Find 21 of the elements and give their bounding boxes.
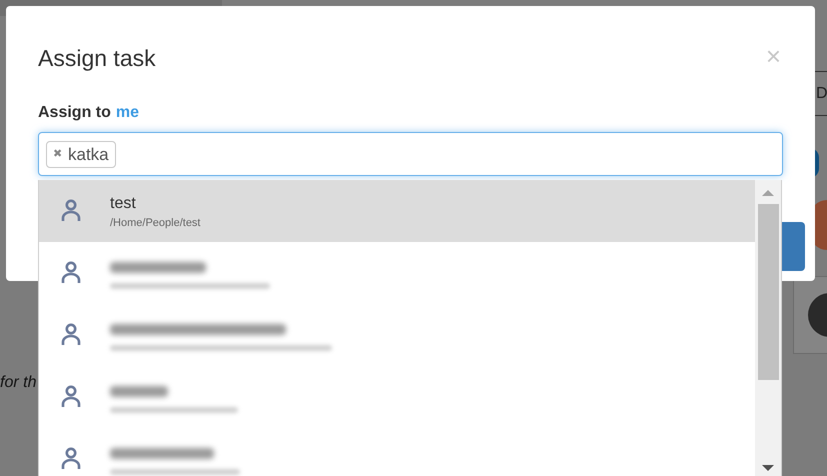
person-icon xyxy=(61,447,81,471)
scroll-up-icon[interactable] xyxy=(762,189,774,197)
dialog-title: Assign task xyxy=(38,44,156,73)
chip-label: katka xyxy=(68,146,109,163)
assign-to-me-link[interactable]: me xyxy=(116,103,140,123)
person-icon xyxy=(61,385,81,409)
field-label: Assign to xyxy=(38,103,111,123)
person-icon xyxy=(61,323,81,347)
scrollbar-thumb[interactable] xyxy=(758,204,778,380)
blurred-name xyxy=(110,386,168,396)
person-icon xyxy=(61,261,81,285)
scrollbar[interactable] xyxy=(755,180,781,476)
result-item[interactable]: test /Home/People/test xyxy=(39,180,755,242)
scroll-down-icon[interactable] xyxy=(762,464,774,472)
body-text: for th xyxy=(0,373,36,393)
person-path: /Home/People/test xyxy=(110,216,200,230)
person-name: test xyxy=(110,194,137,214)
person-icon xyxy=(61,199,81,223)
tab-label: D xyxy=(815,84,827,104)
assignee-field[interactable]: ✖ katka xyxy=(38,132,783,176)
remove-chip-button[interactable]: ✖ xyxy=(53,149,62,160)
